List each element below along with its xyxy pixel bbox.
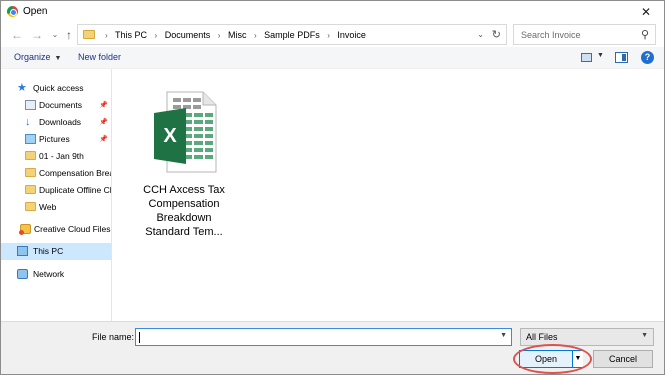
file-type-value: All Files [526,332,558,342]
file-type-select[interactable]: All Files ▼ [520,328,654,346]
file-list-area: X CCH Axcess Tax Compensation Breakdown … [113,69,664,321]
sidebar-item-label: Documents [39,100,82,110]
breadcrumb-separator-icon[interactable]: › [218,31,221,40]
refresh-icon[interactable]: ↻ [492,28,501,41]
organize-dropdown-icon: ▼ [54,55,62,62]
back-arrow-icon[interactable]: ← [9,27,25,43]
sidebar-item-web[interactable]: Web [1,199,111,216]
sidebar-item-label: This PC [33,246,64,256]
pin-icon: 📌 [99,102,108,109]
forward-arrow-icon[interactable]: → [29,27,45,43]
file-item[interactable]: X CCH Axcess Tax Compensation Breakdown … [137,89,231,244]
sidebar-item-label: Creative Cloud Files [34,224,111,234]
dialog-title: Open [23,6,48,17]
breadcrumb-item-documents[interactable]: Documents [165,30,211,40]
sidebar-item-label: Duplicate Offline Cl [39,185,111,195]
computer-icon [17,246,28,256]
sidebar-item-label: Pictures [39,134,70,144]
close-button[interactable]: ✕ [636,3,656,21]
pictures-icon [25,134,36,144]
sidebar-item-label: 01 - Jan 9th [39,151,84,161]
organize-button[interactable]: Organize ▼ [14,52,61,62]
sidebar-item-duplicate-offline[interactable]: Duplicate Offline Cl [1,182,111,199]
network-icon [17,269,28,279]
folder-icon [25,168,36,177]
breadcrumb-separator-icon[interactable]: › [327,31,330,40]
sidebar-item-creative-cloud-files[interactable]: Creative Cloud Files [1,221,111,238]
change-view-icon[interactable] [581,53,592,62]
breadcrumb-separator-icon: › [105,31,108,40]
pin-icon: 📌 [99,136,108,143]
organize-label: Organize [14,52,51,62]
sidebar-item-this-pc[interactable]: This PC [1,243,111,260]
sidebar-item-documents[interactable]: Documents 📌 [1,97,111,114]
chevron-down-icon[interactable]: ▼ [500,332,507,339]
sidebar-item-label: Network [33,269,65,279]
folder-icon [25,151,36,160]
pin-icon: 📌 [99,119,108,126]
sidebar-item-pictures[interactable]: Pictures 📌 [1,131,111,148]
breadcrumb-item-sample-pdfs[interactable]: Sample PDFs [264,30,320,40]
sidebar-item-label: Web [39,202,57,212]
sidebar-item-label: Compensation Brea [39,168,111,178]
file-name-label: CCH Axcess Tax Compensation Breakdown St… [143,184,225,238]
sidebar-item-01-jan-9th[interactable]: 01 - Jan 9th [1,148,111,165]
text-cursor [139,332,140,343]
sidebar-item-label: Downloads [39,117,82,127]
sidebar-item-compensation-breakdown[interactable]: Compensation Brea [1,165,111,182]
download-icon: ↓ [25,116,31,128]
up-arrow-icon[interactable]: ↑ [61,27,77,43]
creative-cloud-icon [19,224,31,235]
breadcrumb-item-this-pc[interactable]: This PC [115,30,147,40]
address-dropdown-chevron-icon[interactable]: ⌄ [477,30,484,39]
breadcrumb-separator-icon[interactable]: › [254,31,257,40]
file-name-input[interactable]: ▼ [135,328,512,346]
excel-file-icon: X [154,91,217,173]
cancel-button-label: Cancel [608,354,637,364]
file-name-label: File name: [92,332,135,342]
breadcrumb-item-misc[interactable]: Misc [228,30,247,40]
chevron-down-icon: ▼ [641,332,648,339]
cancel-button[interactable]: Cancel [593,350,653,368]
sidebar-item-quick-access[interactable]: ★ Quick access [1,80,111,97]
search-input[interactable]: Search Invoice ⚲ [513,24,656,45]
star-icon: ★ [17,82,27,94]
breadcrumb: › This PC › Documents › Misc › Sample PD… [100,30,366,40]
search-placeholder: Search Invoice [521,30,581,40]
dialog-footer: File name: ▼ All Files ▼ Open ▼ Cancel [1,321,664,374]
navigation-bar: ← → ⌄ ↑ › This PC › Documents › Misc › S… [1,23,664,47]
address-bar[interactable]: › This PC › Documents › Misc › Sample PD… [77,24,507,45]
new-folder-button[interactable]: New folder [78,52,121,62]
preview-pane-icon[interactable] [615,52,628,63]
excel-icon-letter: X [163,125,177,147]
title-bar: Open ✕ [1,1,664,23]
folder-icon [25,202,36,211]
view-options-dropdown-icon[interactable]: ▼ [597,52,604,59]
command-toolbar: Organize ▼ New folder ▼ ? [1,47,664,69]
documents-icon [25,100,36,110]
folder-icon [25,185,36,194]
navigation-pane: ★ Quick access Documents 📌 ↓ Downloads 📌… [1,69,112,321]
open-button-highlight-circle [513,344,592,374]
sidebar-item-label: Quick access [33,83,84,93]
breadcrumb-item-invoice[interactable]: Invoice [337,30,366,40]
sidebar-item-downloads[interactable]: ↓ Downloads 📌 [1,114,111,131]
sidebar-item-network[interactable]: Network [1,266,111,283]
folder-icon [83,30,95,39]
breadcrumb-separator-icon[interactable]: › [155,31,158,40]
search-icon: ⚲ [640,29,649,41]
open-file-dialog: Open ✕ ← → ⌄ ↑ › This PC › Documents › M… [0,0,665,375]
help-icon[interactable]: ? [641,51,654,64]
chrome-app-icon [7,6,18,17]
